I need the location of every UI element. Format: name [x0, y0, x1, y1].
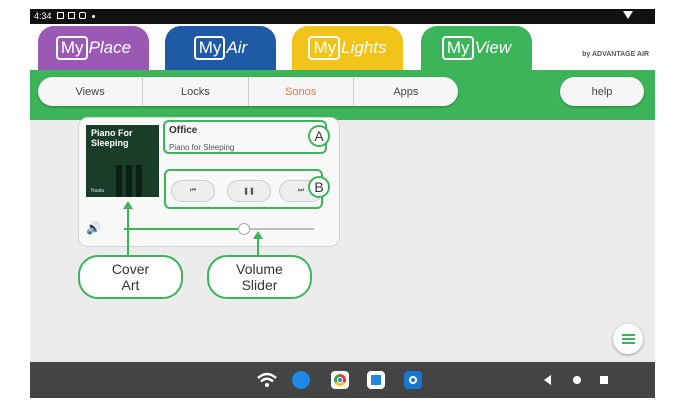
volume-annotation-line1: Volume	[236, 261, 283, 277]
calendar-icon[interactable]	[367, 371, 385, 389]
camera-lens-shape	[409, 376, 417, 384]
menu-icon	[621, 338, 635, 340]
cover-art-annotation-line1: Cover	[111, 261, 150, 277]
menu-icon	[621, 342, 635, 344]
menu-icon	[621, 334, 635, 336]
chrome-logo-center	[337, 377, 343, 383]
system-navigation-bar	[30, 362, 655, 398]
volume-slider-annotation: Volume Slider	[207, 255, 312, 299]
chrome-icon[interactable]	[331, 371, 349, 389]
wifi-icon	[257, 372, 277, 387]
calendar-icon-shape	[371, 375, 381, 385]
app-launcher-icon[interactable]	[292, 371, 310, 389]
callout-arrows	[123, 201, 263, 255]
cover-art-annotation: Cover Art	[78, 255, 183, 299]
recents-icon[interactable]	[600, 376, 608, 384]
cover-art-annotation-line2: Art	[121, 277, 140, 293]
tablet-screen: 4:34 My Place My Air My Lights My View by AD…	[30, 9, 655, 398]
home-icon[interactable]	[573, 376, 581, 384]
volume-annotation-line2: Slider	[241, 277, 278, 293]
back-icon[interactable]	[544, 375, 551, 385]
menu-button[interactable]	[613, 324, 643, 354]
camera-icon[interactable]	[404, 371, 422, 389]
